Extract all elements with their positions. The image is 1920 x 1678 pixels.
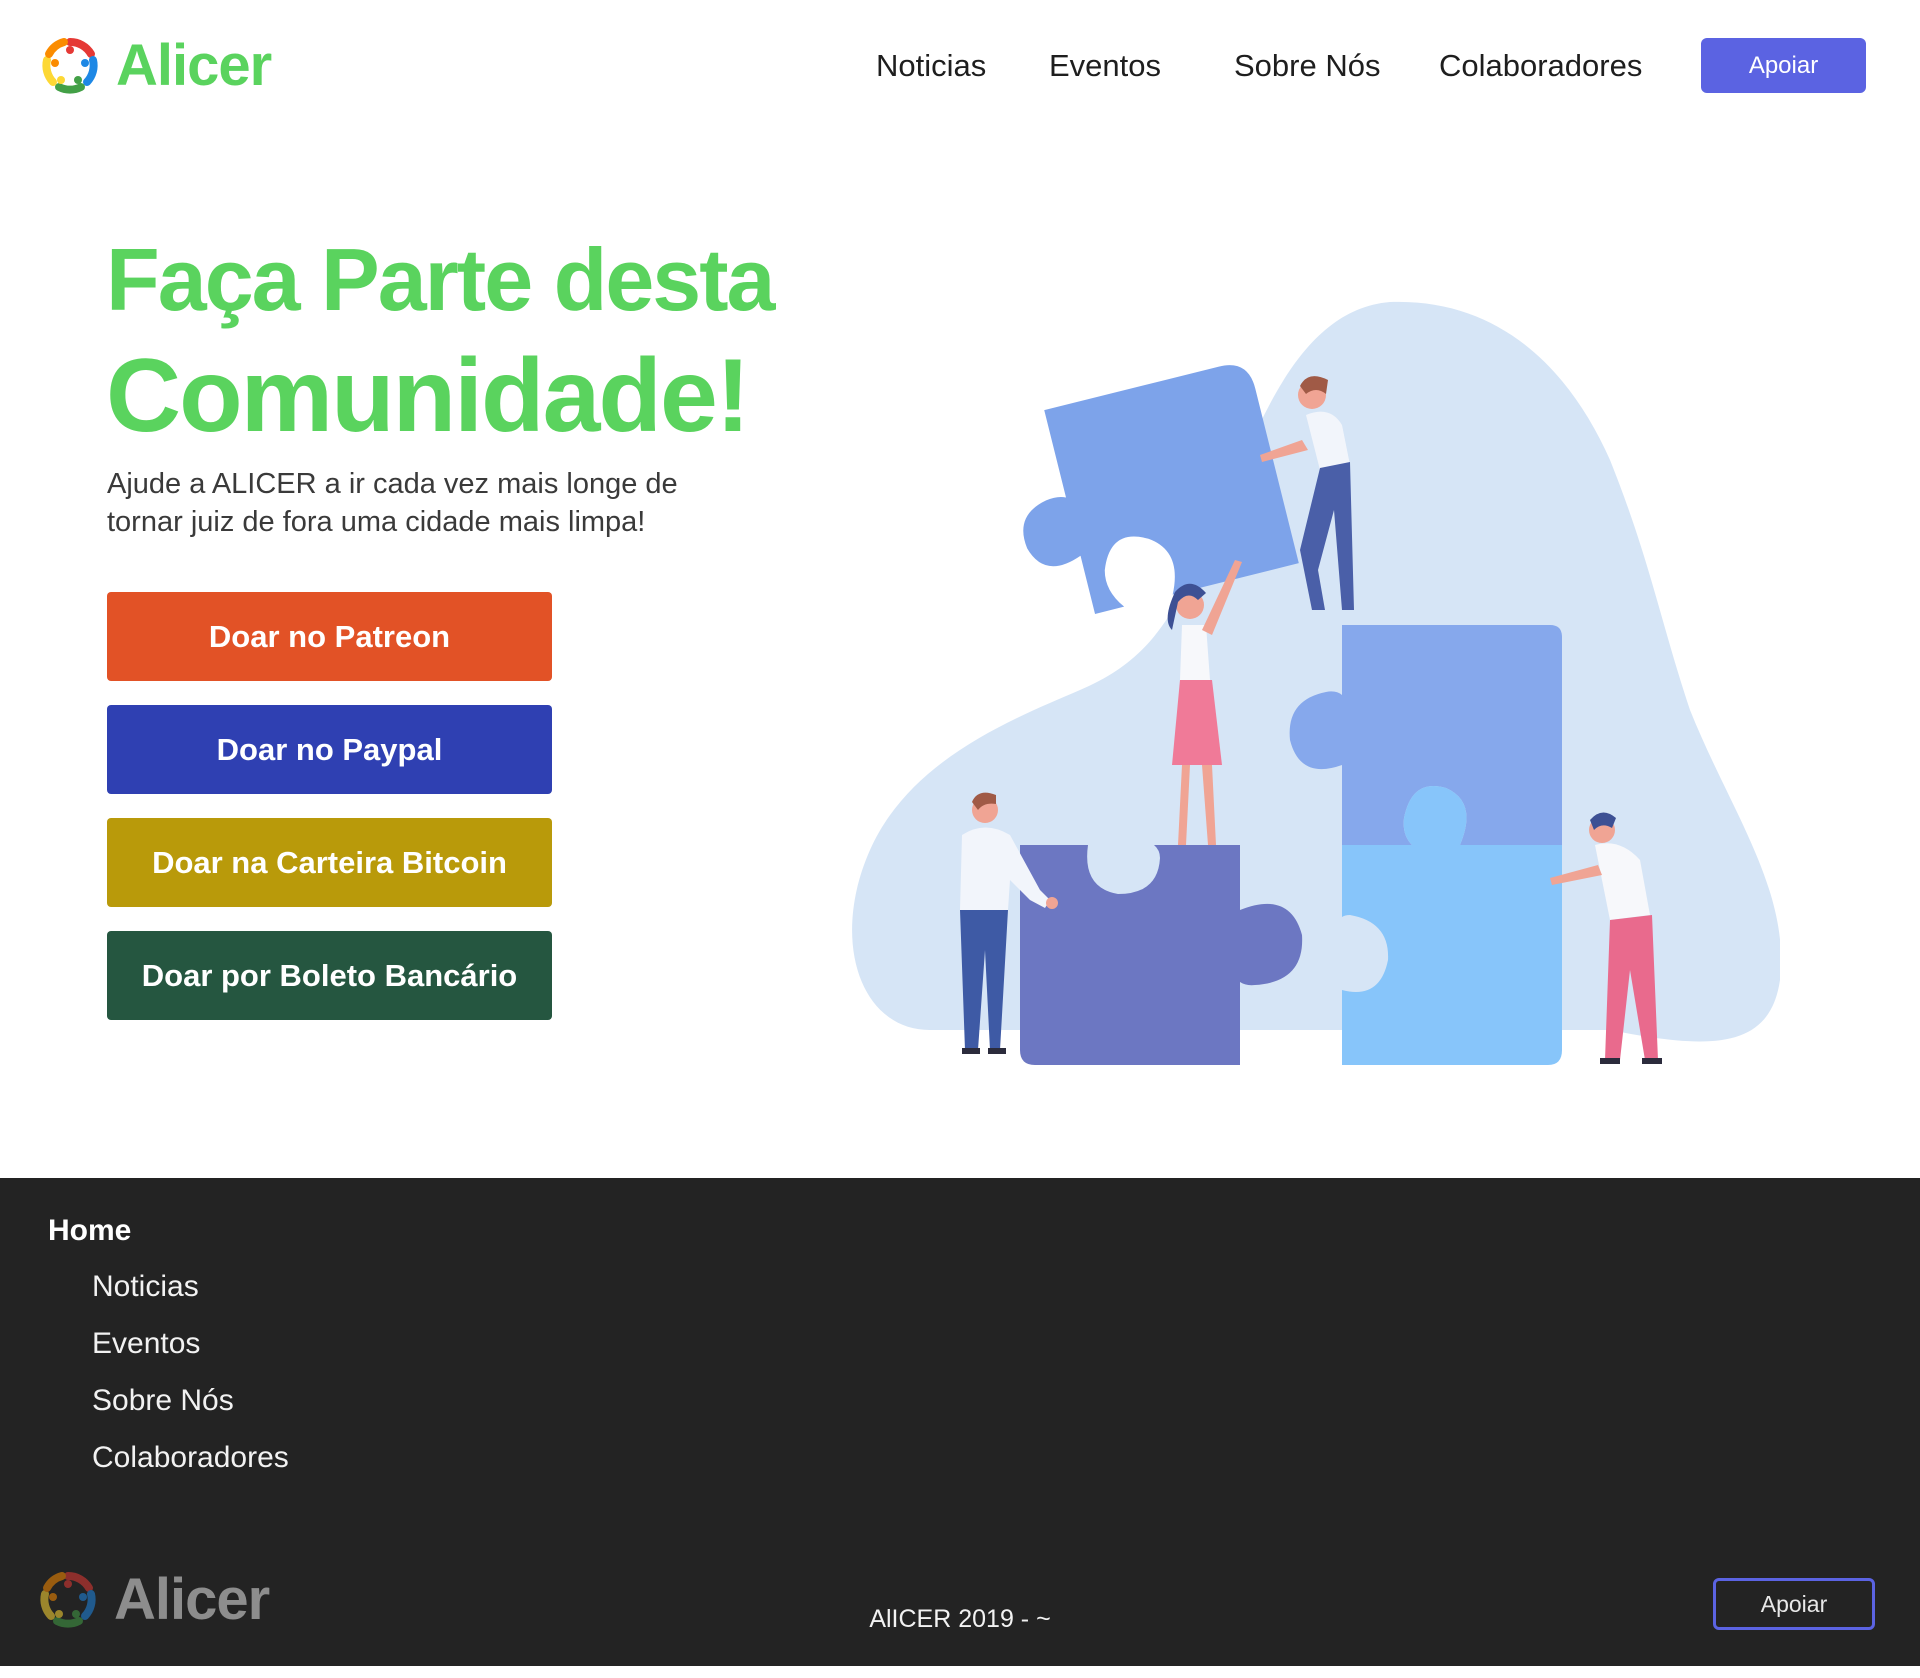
hero-title-line1: Faça Parte desta: [106, 230, 775, 329]
footer-link-sobre-nos[interactable]: Sobre Nós: [92, 1384, 234, 1418]
puzzle-teamwork-illustration: [852, 301, 1780, 1065]
hero-title-line2: Comunidade!: [106, 338, 750, 454]
footer-apoiar-button[interactable]: Apoiar: [1713, 1578, 1875, 1630]
footer-home-link[interactable]: Home: [48, 1214, 131, 1248]
main-nav: Noticias Eventos Sobre Nós Colaboradores: [0, 44, 1920, 88]
donate-boleto-button[interactable]: Doar por Boleto Bancário: [107, 931, 552, 1020]
donate-paypal-button[interactable]: Doar no Paypal: [107, 705, 552, 794]
copyright-text: AlICER 2019 - ~: [869, 1605, 1051, 1633]
hero-subtitle: Ajude a ALICER a ir cada vez mais longe …: [107, 468, 678, 538]
donate-bitcoin-button[interactable]: Doar na Carteira Bitcoin: [107, 818, 552, 907]
footer-link-noticias[interactable]: Noticias: [92, 1270, 199, 1304]
footer-link-eventos[interactable]: Eventos: [92, 1327, 200, 1361]
footer: [0, 1178, 1920, 1666]
nav-eventos[interactable]: Eventos: [1049, 44, 1161, 88]
donate-patreon-button[interactable]: Doar no Patreon: [107, 592, 552, 681]
nav-sobre-nos[interactable]: Sobre Nós: [1234, 44, 1380, 88]
nav-colaboradores[interactable]: Colaboradores: [1439, 44, 1642, 88]
apoiar-button[interactable]: Apoiar: [1701, 38, 1866, 93]
nav-noticias[interactable]: Noticias: [876, 44, 986, 88]
page-bottom-edge: [0, 1666, 1920, 1678]
footer-link-colaboradores[interactable]: Colaboradores: [92, 1441, 289, 1475]
